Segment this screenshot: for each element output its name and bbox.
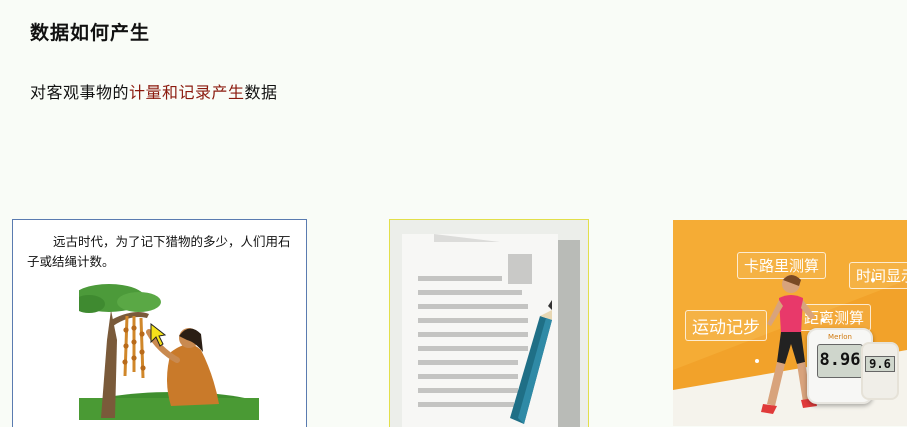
tree-trunk [101, 310, 117, 418]
paper-sheet [402, 234, 558, 427]
ancient-counting-panel: 远古时代，为了记下猎物的多少，人们用石子或结绳计数。 [12, 219, 307, 427]
subtitle-highlight: 计量和记录产生 [129, 83, 245, 102]
subtitle-suffix: 数据 [244, 83, 278, 102]
pedometer-reading-2: 9.6 [865, 356, 895, 372]
person-body [167, 344, 219, 406]
tree-foliage-2 [117, 292, 161, 312]
pedometer-device-2: 9.6 [861, 342, 899, 400]
ancient-illustration [79, 284, 259, 420]
paper-record-panel [389, 219, 589, 427]
tag-time: 时间显示 [849, 262, 907, 289]
pedometer-reading: 8.96 [819, 350, 861, 370]
slide-subtitle: 对客观事物的计量和记录产生数据 [30, 79, 278, 103]
ancient-caption: 远古时代，为了记下猎物的多少，人们用石子或结绳计数。 [27, 234, 291, 269]
paper-image-placeholder [508, 254, 532, 284]
sports-tracking-panel: 卡路里测算 时间显示 运动记步 距离测算 Merlon 8.96 9.6 [673, 220, 907, 426]
pedometer-brand: Merlon [828, 333, 852, 341]
slide-title: 数据如何产生 [30, 22, 151, 44]
tree-branch [111, 312, 149, 326]
tag-sport: 运动记步 [685, 310, 767, 341]
subtitle-prefix: 对客观事物的 [30, 83, 130, 102]
paper-illustration [402, 234, 580, 427]
pedometer-screen: 8.96 [817, 344, 863, 378]
